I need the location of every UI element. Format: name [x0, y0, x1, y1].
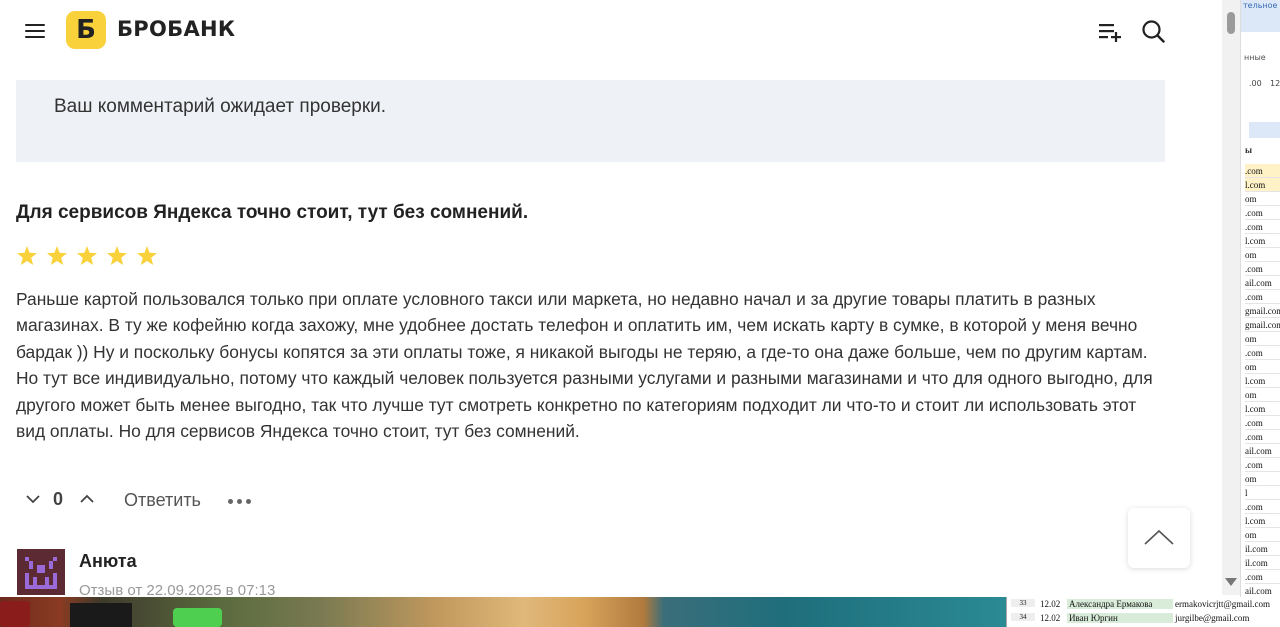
spreadsheet-cell[interactable]: l.com	[1245, 374, 1280, 388]
spreadsheet-cell[interactable]: ail.com	[1245, 276, 1280, 290]
spreadsheet-cell[interactable]: .com	[1245, 164, 1280, 178]
spreadsheet-cell[interactable]: l	[1245, 486, 1280, 500]
search-icon[interactable]	[1141, 19, 1165, 43]
vote-count: 0	[53, 489, 64, 509]
row-name: Александра Ермакова	[1067, 599, 1173, 609]
logo-text[interactable]: БРОБАНК	[117, 17, 235, 41]
spreadsheet-cell[interactable]: gmail.com	[1245, 304, 1280, 318]
review-date: Отзыв от 22.09.2025 в 07:13	[79, 582, 276, 595]
menu-icon[interactable]	[25, 22, 45, 40]
taskbar-app-icon[interactable]	[0, 601, 30, 627]
spreadsheet-cell[interactable]: om	[1245, 472, 1280, 486]
spreadsheet-window: тельное нные .00 123 ы .coml.comom.com.c…	[1240, 0, 1280, 597]
review-title: Для сервисов Яндекса точно стоит, тут бе…	[16, 202, 529, 223]
spreadsheet-cell[interactable]: .com	[1245, 458, 1280, 472]
row-number: 33	[1011, 599, 1035, 607]
spreadsheet-cell[interactable]: .com	[1245, 570, 1280, 584]
scroll-to-top-button[interactable]	[1128, 508, 1190, 568]
row-time: 12.02	[1040, 613, 1061, 623]
decimal-format-button[interactable]: .00	[1249, 79, 1262, 88]
spreadsheet-cell[interactable]: om	[1245, 332, 1280, 346]
spreadsheet-cell[interactable]: .com	[1245, 220, 1280, 234]
star-icon	[107, 246, 127, 265]
playlist-add-icon[interactable]	[1098, 21, 1122, 43]
vote-up-icon[interactable]	[78, 490, 96, 508]
number-format-button[interactable]: 123	[1270, 79, 1280, 88]
spreadsheet-cell[interactable]: .com	[1245, 500, 1280, 514]
spreadsheet-cell[interactable]: .com	[1245, 430, 1280, 444]
desktop-wallpaper	[0, 597, 1006, 627]
spreadsheet-cell[interactable]: .com	[1245, 206, 1280, 220]
spreadsheet-cell[interactable]: gmail.com	[1245, 318, 1280, 332]
spreadsheet-cell[interactable]: .com	[1245, 290, 1280, 304]
spreadsheet-cell[interactable]: .com	[1245, 346, 1280, 360]
taskbar-app-icon[interactable]	[70, 603, 132, 627]
spreadsheet-cell[interactable]: il.com	[1245, 556, 1280, 570]
rating-stars	[16, 245, 158, 269]
moderation-notice: Ваш комментарий ожидает проверки.	[16, 80, 1165, 162]
review-author: Анюта	[79, 551, 137, 571]
spreadsheet-cell[interactable]: .com	[1245, 262, 1280, 276]
spreadsheet-cell[interactable]: om	[1245, 388, 1280, 402]
star-icon	[17, 246, 37, 265]
scroll-down-arrow-icon[interactable]	[1225, 578, 1237, 586]
spreadsheet-cell[interactable]: om	[1245, 248, 1280, 262]
article-page: Б БРОБАНК Ваш комментарий ожидает провер…	[0, 0, 1222, 595]
reply-button[interactable]: Ответить	[124, 490, 201, 511]
spreadsheet-cell[interactable]: om	[1245, 192, 1280, 206]
moderation-notice-text: Ваш комментарий ожидает проверки.	[54, 96, 387, 117]
spreadsheet-cells: .com l.com om .com .com l.com om .com ail.com .co…	[1245, 164, 1280, 597]
spreadsheet-cell[interactable]: l.com	[1245, 178, 1280, 192]
logo-badge[interactable]: Б	[66, 11, 106, 49]
spreadsheet-cell[interactable]: l.com	[1245, 234, 1280, 248]
vote-down-icon[interactable]	[24, 490, 42, 508]
spreadsheet-cell[interactable]: il.com	[1245, 542, 1280, 556]
avatar	[17, 549, 65, 595]
spreadsheet-row[interactable]: 34 12.02 Иван Юргин jurgilbe@gmail.com	[1007, 612, 1280, 626]
row-email: jurgilbe@gmail.com	[1175, 613, 1250, 623]
taskbar-app-icon[interactable]	[173, 608, 222, 627]
spreadsheet-cell[interactable]: .com	[1245, 416, 1280, 430]
more-options-icon[interactable]	[228, 497, 254, 505]
spreadsheet-cell[interactable]: om	[1245, 360, 1280, 374]
row-number: 34	[1011, 613, 1035, 621]
star-icon	[77, 246, 97, 265]
spreadsheet-cell[interactable]: ail.com	[1245, 444, 1280, 458]
spreadsheet-ribbon: тельное	[1241, 0, 1280, 32]
avatar-pattern-icon	[25, 557, 57, 589]
star-icon	[47, 246, 67, 265]
row-time: 12.02	[1040, 599, 1061, 609]
spreadsheet-selection-band	[1249, 122, 1280, 138]
spreadsheet-group-label: нные	[1244, 53, 1266, 62]
spreadsheet-cell[interactable]: om	[1245, 528, 1280, 542]
spreadsheet-cell[interactable]: ail.com	[1245, 584, 1280, 597]
spreadsheet-cell[interactable]: l.com	[1245, 402, 1280, 416]
spreadsheet-cell[interactable]: l.com	[1245, 514, 1280, 528]
spreadsheet-row[interactable]: 33 12.02 Александра Ермакова ermakovicrjtt@…	[1007, 598, 1280, 612]
scrollbar-thumb[interactable]	[1227, 12, 1235, 34]
row-email: ermakovicrjtt@gmail.com	[1175, 599, 1271, 609]
row-name: Иван Юргин	[1067, 613, 1173, 623]
desktop-bottom-strip: 33 12.02 Александра Ермакова ermakovicrjtt@…	[0, 597, 1280, 627]
spreadsheet-rows: 33 12.02 Александра Ермакова ermakovicrjtt@…	[1006, 597, 1280, 627]
site-header: Б БРОБАНК	[0, 0, 1222, 62]
spreadsheet-column-header: ы	[1245, 145, 1253, 155]
review-body: Раньше картой пользовался только при опл…	[16, 289, 1153, 442]
chevron-up-icon	[1144, 529, 1174, 545]
star-icon	[137, 246, 157, 265]
page-scrollbar[interactable]	[1222, 0, 1240, 595]
